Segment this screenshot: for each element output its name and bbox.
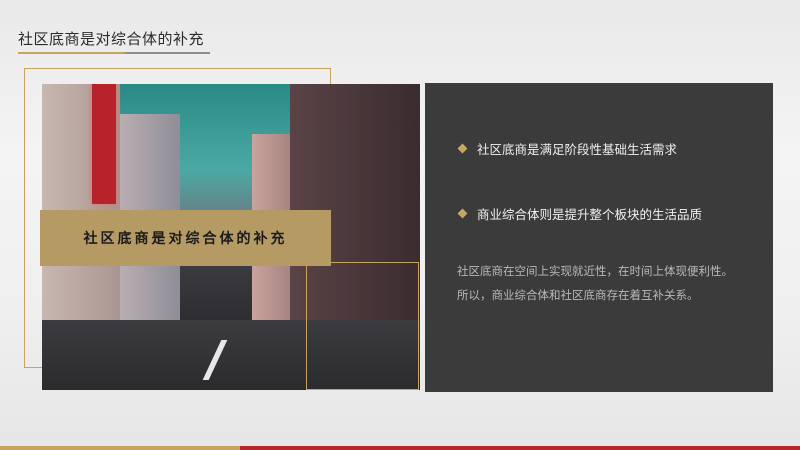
- info-panel: 社区底商是满足阶段性基础生活需求 商业综合体则是提升整个板块的生活品质 社区底商…: [425, 83, 773, 392]
- diamond-icon: [457, 208, 468, 219]
- slide-title: 社区底商是对综合体的补充: [18, 30, 205, 48]
- title-underline: [18, 52, 210, 54]
- bullet-text: 社区底商是满足阶段性基础生活需求: [477, 142, 678, 157]
- caption-band: 社区底商是对综合体的补充: [40, 210, 331, 266]
- road-marking: [202, 340, 228, 380]
- diamond-icon: [457, 143, 468, 154]
- bullet-item: 社区底商是满足阶段性基础生活需求: [457, 139, 678, 158]
- description-paragraph: 社区底商在空间上实现就近性，在时间上体现便利性。: [457, 264, 733, 278]
- caption-text: 社区底商是对综合体的补充: [83, 231, 288, 247]
- bullet-item: 商业综合体则是提升整个板块的生活品质: [457, 204, 703, 223]
- inner-gold-frame: [306, 262, 419, 390]
- neon-sign: [92, 84, 116, 204]
- bullet-text: 商业综合体则是提升整个板块的生活品质: [477, 207, 703, 222]
- bottom-accent-bar: [0, 446, 800, 450]
- description: 社区底商在空间上实现就近性，在时间上体现便利性。 所以，商业综合体和社区底商存在…: [457, 259, 757, 307]
- description-paragraph: 所以，商业综合体和社区底商存在着互补关系。: [457, 288, 699, 302]
